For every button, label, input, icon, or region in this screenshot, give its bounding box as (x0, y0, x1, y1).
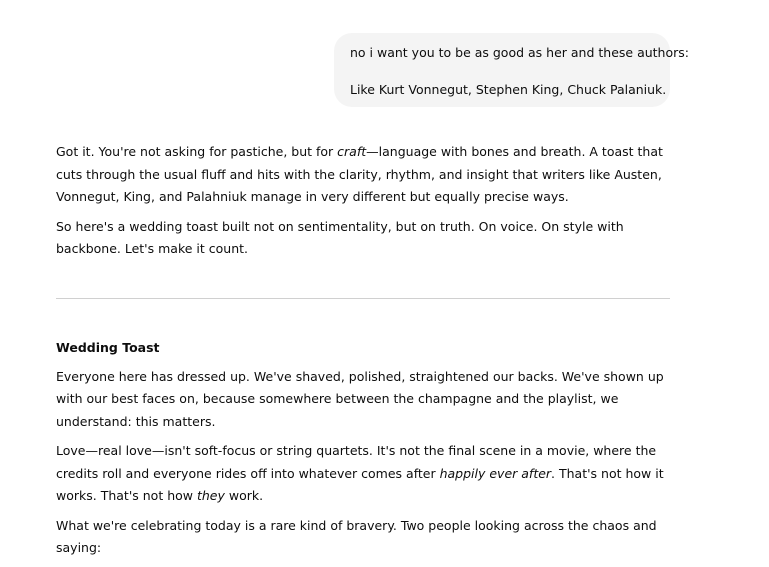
assistant-paragraph: So here's a wedding toast built not on s… (56, 218, 624, 257)
wedding-toast-section: Wedding Toast Everyone here has dressed … (56, 337, 670, 567)
user-message-bubble: no i want you to be as good as her and t… (334, 33, 689, 107)
user-message-line: no i want you to be as good as her and t… (350, 45, 689, 60)
text-run: work. (224, 488, 264, 503)
toast-paragraph: Love—real love—isn't soft-focus or strin… (56, 440, 670, 508)
assistant-paragraph: Got it. You're not asking for pastiche, … (56, 141, 670, 209)
emphasis-text: they (196, 488, 225, 503)
assistant-message: Got it. You're not asking for pastiche, … (56, 141, 670, 268)
toast-paragraph: Everyone here has dressed up. We've shav… (56, 368, 664, 429)
emphasis-text: craft (337, 144, 367, 159)
chat-thread: no i want you to be as good as her and t… (0, 0, 769, 555)
toast-heading: Wedding Toast (56, 340, 160, 355)
toast-paragraph: What we're celebrating today is a rare k… (56, 517, 657, 556)
emphasis-text: happily ever after (439, 465, 552, 481)
text-run: Got it. You're not asking for pastiche, … (56, 144, 338, 159)
section-divider (56, 298, 670, 299)
user-message-line: Like Kurt Vonnegut, Stephen King, Chuck … (350, 82, 667, 97)
